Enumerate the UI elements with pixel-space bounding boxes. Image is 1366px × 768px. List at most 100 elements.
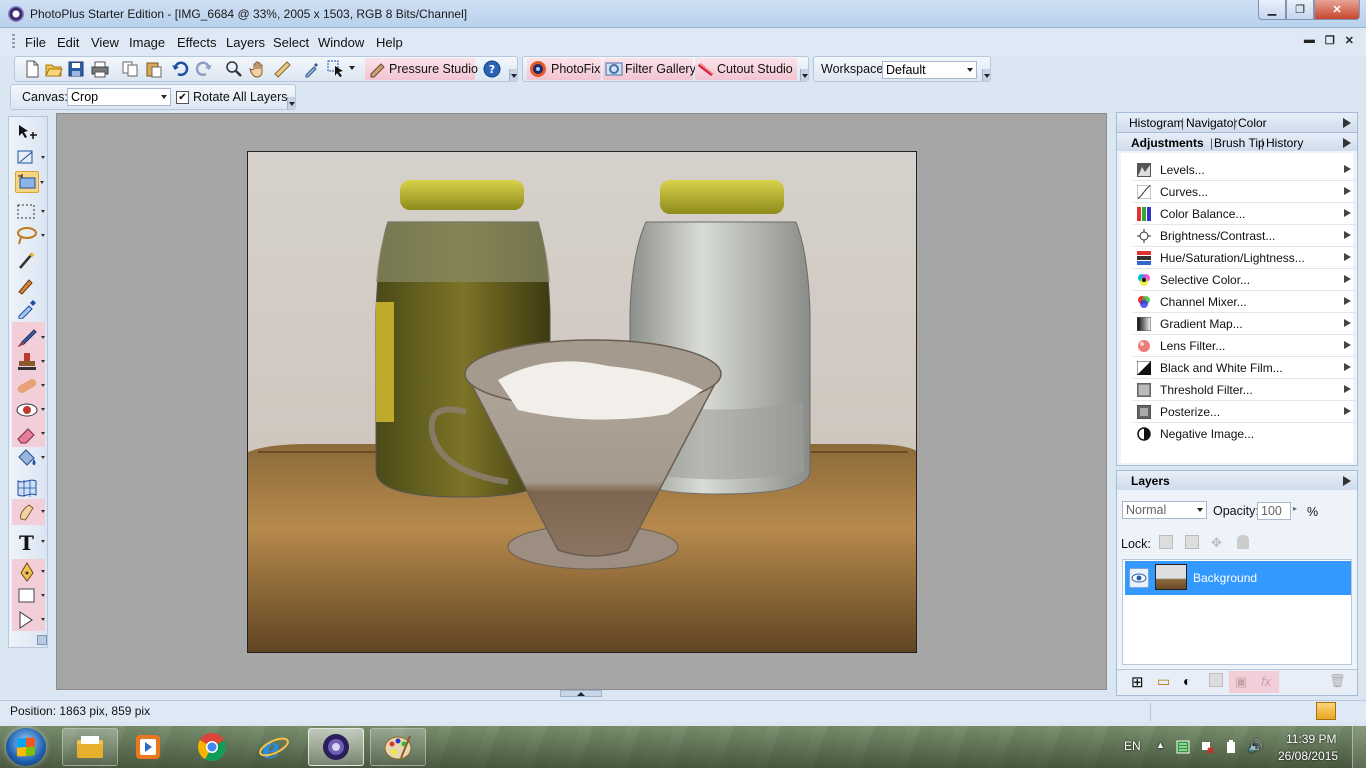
- menu-edit[interactable]: Edit: [57, 35, 79, 50]
- layer-style-icon[interactable]: ▣: [1235, 674, 1247, 690]
- layer-visibility-eye-icon[interactable]: [1129, 568, 1149, 588]
- adjustment-layer-icon[interactable]: ◐: [1183, 673, 1191, 689]
- filter-gallery-button[interactable]: Filter Gallery: [603, 58, 696, 80]
- navigator-toggle-icon[interactable]: [1316, 702, 1336, 720]
- start-button[interactable]: [6, 728, 46, 766]
- blend-mode-select[interactable]: Normal: [1122, 501, 1207, 519]
- doc-restore-icon[interactable]: ❐: [1325, 34, 1335, 47]
- menu-window[interactable]: Window: [318, 35, 364, 50]
- copy-icon[interactable]: [121, 60, 139, 78]
- crop-tool[interactable]: [15, 171, 44, 193]
- clone-stamp-tool[interactable]: [15, 351, 45, 373]
- clock-date[interactable]: 26/08/2015: [1278, 749, 1338, 763]
- tab-navigator[interactable]: Navigator: [1186, 116, 1237, 130]
- tab-brush-tip[interactable]: Brush Tip: [1214, 136, 1265, 150]
- new-group-folder-icon[interactable]: ▭: [1157, 673, 1170, 690]
- smudge-tool[interactable]: [15, 501, 45, 523]
- paintbrush-tool[interactable]: [15, 327, 45, 349]
- right-panel-collapse[interactable]: [1108, 380, 1114, 420]
- context-toolbar-options[interactable]: [287, 97, 295, 109]
- layer-background[interactable]: Background: [1125, 561, 1351, 595]
- minimize-button[interactable]: ▁: [1258, 0, 1286, 20]
- clock-time[interactable]: 11:39 PM: [1286, 732, 1336, 746]
- paste-icon[interactable]: [145, 60, 163, 78]
- lock-transparency-icon[interactable]: [1159, 535, 1173, 549]
- selection-pointer-icon[interactable]: [327, 60, 345, 78]
- adjustment-hue-saturation[interactable]: Hue/Saturation/Lightness...: [1133, 247, 1355, 269]
- pen-tool[interactable]: [15, 561, 45, 583]
- print-icon[interactable]: [91, 60, 109, 78]
- panel-menu-icon[interactable]: [1343, 138, 1351, 148]
- help-icon[interactable]: ?: [483, 60, 501, 78]
- menu-view[interactable]: View: [91, 35, 119, 50]
- canvas-area[interactable]: [56, 113, 1107, 690]
- adjustment-selective-color[interactable]: Selective Color...: [1133, 269, 1355, 291]
- adjustment-threshold-filter[interactable]: Threshold Filter...: [1133, 379, 1355, 401]
- adjustment-negative-image[interactable]: Negative Image...: [1133, 423, 1355, 445]
- color-picker-icon[interactable]: [303, 60, 321, 78]
- panel-menu-icon[interactable]: [1343, 476, 1351, 486]
- opacity-slider-icon[interactable]: ▸: [1293, 504, 1301, 518]
- menu-image[interactable]: Image: [129, 35, 165, 50]
- tab-color[interactable]: Color: [1238, 116, 1267, 130]
- standard-toolbar-options[interactable]: [509, 69, 517, 81]
- tab-layers[interactable]: Layers: [1131, 474, 1170, 488]
- maximize-button[interactable]: ❐: [1286, 0, 1314, 20]
- taskbar-media-player[interactable]: [120, 728, 176, 766]
- doc-minimize-icon[interactable]: ▬: [1304, 34, 1315, 47]
- hand-icon[interactable]: [249, 60, 267, 78]
- menu-file[interactable]: File: [25, 35, 46, 50]
- deform-tool[interactable]: [15, 147, 45, 169]
- lock-all-icon[interactable]: [1237, 535, 1249, 549]
- new-layer-icon[interactable]: ⊞: [1131, 673, 1144, 691]
- open-folder-icon[interactable]: [45, 60, 63, 78]
- show-desktop-button[interactable]: [1352, 726, 1366, 768]
- taskbar-internet-explorer[interactable]: e: [246, 728, 302, 766]
- tab-histogram[interactable]: Histogram: [1129, 116, 1184, 130]
- red-eye-tool[interactable]: [15, 399, 45, 421]
- cutout-studio-button[interactable]: Cutout Studio: [695, 58, 797, 80]
- tray-flag-icon[interactable]: [1176, 740, 1190, 754]
- save-icon[interactable]: [67, 60, 85, 78]
- canvas-mode-select[interactable]: Crop: [67, 88, 171, 106]
- patch-tool[interactable]: [15, 375, 45, 397]
- text-tool[interactable]: T: [15, 531, 45, 555]
- taskbar-chrome[interactable]: [184, 728, 240, 766]
- adjustment-color-balance[interactable]: Color Balance...: [1133, 203, 1355, 225]
- taskbar-paint[interactable]: [370, 728, 426, 766]
- lock-position-icon[interactable]: ✥: [1211, 535, 1225, 550]
- ruler-icon[interactable]: [273, 60, 291, 78]
- fx-icon[interactable]: fx: [1261, 674, 1271, 689]
- adjustment-levels[interactable]: Levels...: [1133, 159, 1355, 181]
- selection-brush-icon[interactable]: [15, 273, 39, 295]
- node-edit-tool[interactable]: [15, 609, 45, 631]
- adjustment-channel-mixer[interactable]: Channel Mixer...: [1133, 291, 1355, 313]
- tray-network-icon[interactable]: [1200, 740, 1214, 754]
- rectangle-shape-tool[interactable]: [15, 585, 45, 607]
- tray-volume-icon[interactable]: 🔊: [1248, 739, 1263, 753]
- eraser-tool[interactable]: [15, 423, 45, 445]
- close-button[interactable]: ✕: [1314, 0, 1360, 20]
- magic-wand-icon[interactable]: [15, 249, 39, 271]
- tray-show-hidden-icon[interactable]: ▲: [1156, 740, 1165, 750]
- lock-pixels-icon[interactable]: [1185, 535, 1199, 549]
- bottom-panel-collapse[interactable]: [560, 690, 602, 697]
- mask-icon[interactable]: [1209, 673, 1223, 687]
- opacity-input[interactable]: 100: [1257, 502, 1291, 520]
- adjustment-posterize[interactable]: Posterize...: [1133, 401, 1355, 423]
- rectangle-selection-tool[interactable]: [15, 201, 45, 223]
- taskbar-photoplus[interactable]: [308, 728, 364, 766]
- rotate-all-layers-checkbox[interactable]: ✔: [176, 91, 189, 104]
- adjustment-lens-filter[interactable]: Lens Filter...: [1133, 335, 1355, 357]
- move-tool-icon[interactable]: [15, 123, 39, 145]
- photofix-button[interactable]: PhotoFix: [527, 58, 601, 80]
- workspace-select[interactable]: Default: [882, 61, 977, 79]
- taskbar-explorer[interactable]: [62, 728, 118, 766]
- photoplus-app-icon[interactable]: [8, 6, 24, 22]
- adjustment-gradient-map[interactable]: Gradient Map...: [1133, 313, 1355, 335]
- fill-tool[interactable]: [15, 447, 45, 469]
- tools-expand-icon[interactable]: [37, 635, 47, 645]
- menu-select[interactable]: Select: [273, 35, 309, 50]
- menu-layers[interactable]: Layers: [226, 35, 265, 50]
- tab-history[interactable]: History: [1266, 136, 1303, 150]
